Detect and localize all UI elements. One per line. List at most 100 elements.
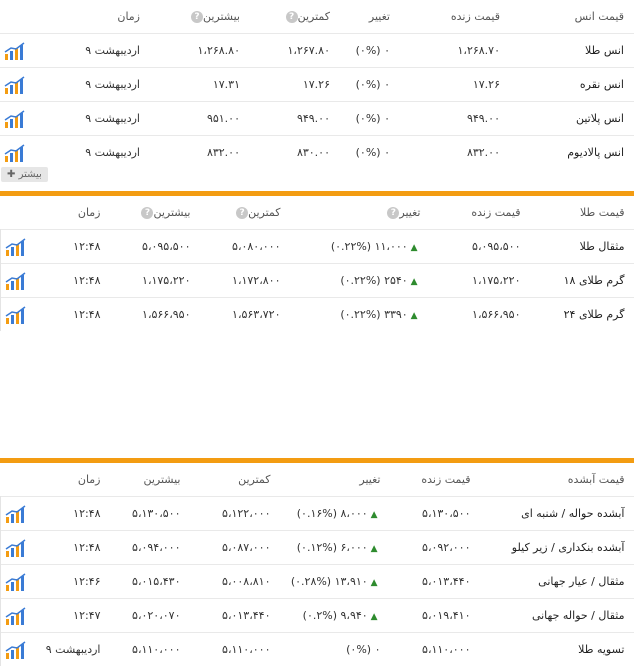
chart-link[interactable] [0, 297, 31, 331]
chart-link[interactable] [0, 530, 31, 565]
change-cell: (۰.۱۶%) ۸،۰۰۰ ▲ [280, 496, 391, 531]
bar-chart-trend-icon[interactable] [5, 606, 27, 625]
high-cell: ۱،۵۶۶،۹۵۰ [110, 297, 201, 331]
time-cell: ۹ اردیبهشت [30, 101, 150, 136]
ounce-header-row: زمان ? بیشترین ? کمترین تغییر قیمت زنده قی… [0, 0, 634, 34]
table-row: ۹ اردیبهشت ۱،۲۶۸.۸۰ ۱،۲۶۷.۸۰ (۰%) ۰ ۱،۲۶۸.۷۰… [0, 33, 634, 68]
question-circle-icon[interactable]: ? [190, 11, 203, 23]
question-circle-icon[interactable]: ? [387, 207, 400, 219]
chart-col-header [1, 196, 31, 230]
low-cell: ۱،۵۶۳،۷۲۰ [200, 297, 291, 331]
change-cell: (۰.۱۲%) ۶،۰۰۰ ▲ [280, 530, 391, 565]
table-row: ۱۲:۴۸ ۱،۱۷۵،۲۲۰ ۱،۱۷۲،۸۰۰ (۰.۲۲%) ۲۵۴۰ ▲ ۱،۱… [0, 263, 634, 298]
item-name-cell[interactable]: مثقال طلا [530, 229, 634, 264]
chart-link[interactable] [0, 135, 30, 169]
item-name-cell[interactable]: گرم طلای ۲۴ [530, 297, 634, 331]
low-header: ? کمترین [250, 0, 340, 34]
more-button[interactable]: ✚ بیشتر [1, 167, 48, 182]
chart-link[interactable] [0, 564, 31, 599]
chart-link[interactable] [0, 598, 31, 633]
bar-chart-trend-icon[interactable] [4, 41, 26, 60]
low-cell: ۵،۰۸۰،۰۰۰ [200, 229, 291, 264]
live-price-cell: ۵،۱۳۰،۵۰۰ [390, 496, 481, 531]
low-cell: ۱۷.۲۶ [250, 67, 340, 102]
change-cell: (۰.۲۸%) ۱۳،۹۱۰ ▲ [280, 564, 391, 599]
high-cell: ۹۵۱.۰۰ [150, 101, 250, 136]
melted-header-row: زمان بیشترین کمترین تغییر قیمت زنده قیمت… [1, 463, 634, 497]
chart-link[interactable] [0, 33, 30, 68]
change-cell: (۰%) ۰ [340, 67, 400, 102]
live-header: قیمت زنده [471, 206, 521, 219]
high-cell: ۵،۱۳۰،۵۰۰ [110, 496, 191, 531]
chart-link[interactable] [0, 632, 31, 666]
item-name-cell[interactable]: آبشده بنکداری / زیر کیلو [480, 530, 634, 565]
high-cell: ۱،۱۷۵،۲۲۰ [110, 263, 201, 298]
table-row: ۹ اردیبهشت ۸۳۲.۰۰ ۸۳۰.۰۰ (۰%) ۰ ۸۳۲.۰۰ انس پا… [0, 135, 634, 169]
chart-link[interactable] [0, 101, 30, 136]
up-triangle-icon: ▲ [407, 277, 418, 287]
bar-chart-trend-icon[interactable] [4, 109, 26, 128]
time-header: زمان [77, 206, 101, 219]
live-price-cell: ۱،۲۶۸.۷۰ [400, 33, 510, 68]
time-cell: ۱۲:۴۷ [30, 598, 111, 633]
chart-col-header [1, 463, 31, 497]
change-cell: (۰.۲۲%) ۱۱،۰۰۰ ▲ [290, 229, 431, 264]
chart-link[interactable] [0, 496, 31, 531]
live-price-cell: ۵،۱۱۰،۰۰۰ [390, 632, 481, 666]
time-cell: ۱۲:۴۶ [30, 564, 111, 599]
item-name-cell[interactable]: انس پالادیوم [510, 135, 634, 169]
chart-link[interactable] [0, 67, 30, 102]
bar-chart-trend-icon[interactable] [5, 271, 27, 290]
change-cell: (۰%) ۰ [340, 135, 400, 169]
item-name-cell[interactable]: انس پلاتین [510, 101, 634, 136]
low-header: ? کمترین [201, 196, 291, 230]
up-triangle-icon: ▲ [407, 243, 418, 253]
bar-chart-trend-icon[interactable] [5, 640, 27, 659]
bar-chart-trend-icon[interactable] [5, 572, 27, 591]
item-name-cell[interactable]: آبشده حواله / شنبه ای [480, 496, 634, 531]
live-price-cell: ۵،۰۹۲،۰۰۰ [390, 530, 481, 565]
change-cell: (۰.۲۲%) ۳۳۹۰ ▲ [290, 297, 431, 331]
live-price-cell: ۱،۱۷۵،۲۲۰ [430, 263, 531, 298]
time-header: زمان [77, 473, 101, 486]
name-header: قیمت آبشده [567, 473, 625, 486]
table-row: ۱۲:۴۷ ۵،۰۲۰،۰۷۰ ۵،۰۱۳،۴۴۰ (۰.۲%) ۹،۹۴۰ ▲ ۵،۰… [0, 598, 634, 633]
high-header: بیشترین [143, 473, 181, 486]
item-name-cell[interactable]: تسویه طلا [480, 632, 634, 666]
chart-link[interactable] [0, 263, 31, 298]
item-name-cell[interactable]: انس نقره [510, 67, 634, 102]
question-circle-icon[interactable]: ? [141, 207, 154, 219]
item-name-cell[interactable]: انس طلا [510, 33, 634, 68]
question-circle-icon[interactable]: ? [285, 11, 298, 23]
bar-chart-trend-icon[interactable] [5, 305, 27, 324]
high-cell: ۱،۲۶۸.۸۰ [150, 33, 250, 68]
time-cell: ۱۲:۴۸ [30, 496, 111, 531]
bar-chart-trend-icon[interactable] [5, 237, 27, 256]
bar-chart-trend-icon[interactable] [4, 143, 26, 162]
live-price-cell: ۵،۰۹۵،۵۰۰ [430, 229, 531, 264]
change-cell: (۰%) ۰ [340, 33, 400, 68]
bar-chart-trend-icon[interactable] [4, 75, 26, 94]
bar-chart-trend-icon[interactable] [5, 504, 27, 523]
chart-link[interactable] [0, 229, 31, 264]
item-name-cell[interactable]: مثقال / عیار جهانی [480, 564, 634, 599]
time-cell: ۱۲:۴۸ [30, 229, 111, 264]
item-name-cell[interactable]: مثقال / حواله جهانی [480, 598, 634, 633]
change-cell: (۰.۲۲%) ۲۵۴۰ ▲ [290, 263, 431, 298]
ounce-table: زمان ? بیشترین ? کمترین تغییر قیمت زنده قی… [0, 0, 634, 169]
question-circle-icon[interactable]: ? [236, 207, 249, 219]
up-triangle-icon: ▲ [367, 510, 378, 520]
time-cell: ۹ اردیبهشت [30, 33, 150, 68]
bar-chart-trend-icon[interactable] [5, 538, 27, 557]
high-cell: ۵،۰۱۵،۴۳۰ [110, 564, 191, 599]
high-cell: ۱۷.۳۱ [150, 67, 250, 102]
change-cell: (۰.۲%) ۹،۹۴۰ ▲ [280, 598, 391, 633]
low-cell: ۸۳۰.۰۰ [250, 135, 340, 169]
item-name-cell[interactable]: گرم طلای ۱۸ [530, 263, 634, 298]
melted-table: زمان بیشترین کمترین تغییر قیمت زنده قیمت… [0, 463, 634, 666]
table-row: ۹ اردیبهشت ۵،۱۱۰،۰۰۰ ۵،۱۱۰،۰۰۰ (۰%) ۰ ۵،۱۱۰،… [0, 632, 634, 666]
up-triangle-icon: ▲ [407, 311, 418, 321]
table-row: ۹ اردیبهشت ۱۷.۳۱ ۱۷.۲۶ (۰%) ۰ ۱۷.۲۶ انس نقره [0, 67, 634, 102]
change-header: ? تغییر [291, 196, 431, 230]
high-cell: ۵،۰۲۰،۰۷۰ [110, 598, 191, 633]
